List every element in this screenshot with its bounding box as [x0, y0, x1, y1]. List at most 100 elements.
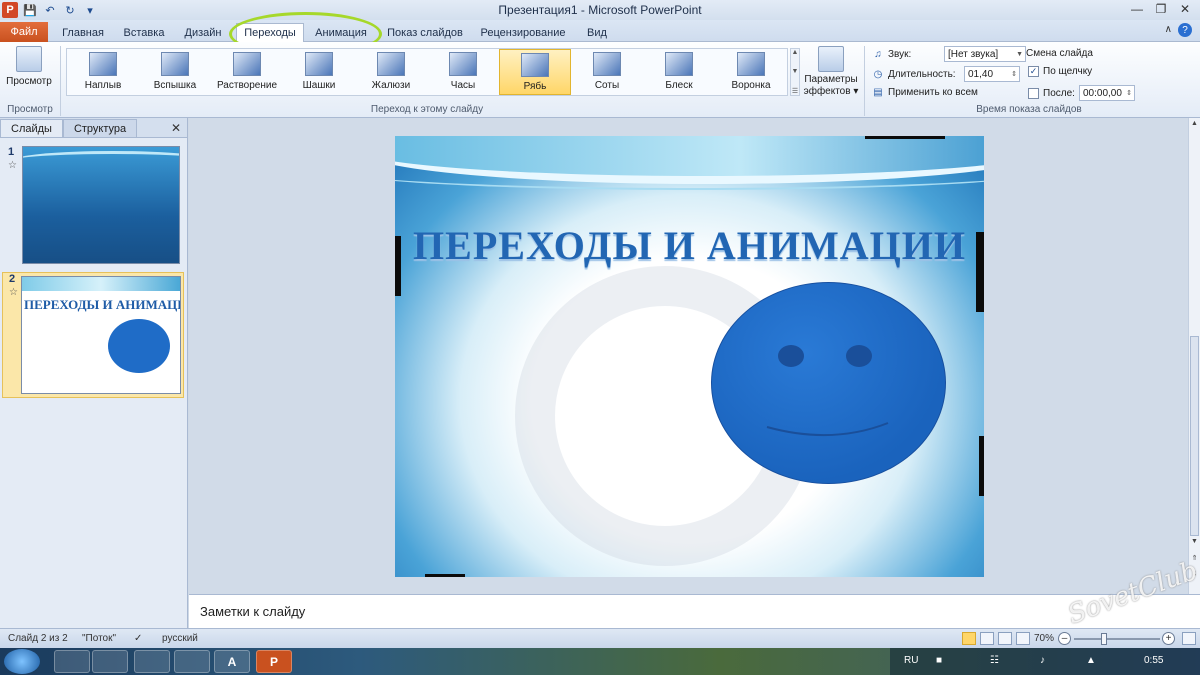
tab-slides[interactable]: Слайды: [0, 119, 63, 137]
after-row: После: 00:00,00 ⇕: [1028, 85, 1135, 101]
slide-thumbnail-2[interactable]: 2 ☆ ПЕРЕХОДЫ И АНИМАЦИИ: [2, 272, 184, 398]
slide-editor: ПЕРЕХОДЫ И АНИМАЦИИ: [189, 118, 1188, 594]
transition-artifact: [979, 436, 984, 496]
tab-design[interactable]: Дизайн: [176, 23, 230, 42]
normal-view-icon[interactable]: [962, 632, 976, 645]
gallery-scroll[interactable]: ▲ ▼ ☰: [790, 48, 800, 96]
zoom-slider-handle[interactable]: [1101, 633, 1107, 645]
sound-row: ♫ Звук: [Нет звука] ▼: [872, 46, 1026, 62]
scroll-down-icon[interactable]: ▼: [792, 68, 799, 75]
firefox-icon[interactable]: [54, 650, 90, 673]
powerpoint-logo-icon[interactable]: P: [2, 2, 18, 18]
customize-qat-icon[interactable]: ▾: [82, 2, 98, 18]
tab-slide-show[interactable]: Показ слайдов: [382, 23, 468, 42]
tab-review[interactable]: Рецензирование: [474, 23, 572, 42]
transition-fade[interactable]: Наплыв: [67, 49, 139, 95]
restore-icon[interactable]: ❐: [1150, 0, 1172, 18]
transition-label: Жалюзи: [371, 80, 411, 91]
tab-insert[interactable]: Вставка: [116, 23, 172, 42]
volume-icon[interactable]: ♪: [1040, 655, 1045, 666]
reading-view-icon[interactable]: [998, 632, 1012, 645]
duration-stepper[interactable]: 01,40 ⇕: [964, 66, 1020, 82]
tray-app-icon[interactable]: ■: [936, 655, 942, 666]
effect-options-line2: эффектов: [803, 86, 851, 97]
checkerboard-icon: [305, 52, 333, 76]
preview-button[interactable]: Просмотр: [4, 46, 54, 96]
save-icon[interactable]: 💾: [22, 2, 38, 18]
sound-icon: ♫: [874, 48, 882, 60]
tab-transitions[interactable]: Переходы: [236, 23, 304, 42]
transition-clock[interactable]: Часы: [427, 49, 499, 95]
undo-icon[interactable]: ↶: [42, 2, 58, 18]
notes-pane[interactable]: Заметки к слайду: [189, 594, 1200, 628]
tab-file[interactable]: Файл: [0, 22, 48, 42]
on-click-label: По щелчку: [1043, 66, 1093, 77]
slide-sorter-icon[interactable]: [980, 632, 994, 645]
smiley-shape[interactable]: [711, 282, 946, 484]
transition-vortex[interactable]: Воронка: [715, 49, 787, 95]
transition-honeycomb[interactable]: Соты: [571, 49, 643, 95]
transition-dissolve[interactable]: Растворение: [211, 49, 283, 95]
after-stepper[interactable]: 00:00,00 ⇕: [1079, 85, 1135, 101]
scroll-up-icon[interactable]: ▲: [792, 49, 799, 56]
language-tray[interactable]: RU: [904, 655, 918, 666]
timing-group-label: Время показа слайдов: [976, 104, 1082, 115]
zoom-out-icon[interactable]: –: [1058, 632, 1071, 645]
next-slide-icon[interactable]: ⇓: [1189, 570, 1200, 578]
transition-label: Рябь: [523, 81, 547, 92]
explorer-icon[interactable]: [92, 650, 128, 673]
vertical-scrollbar[interactable]: ▲ ▼ ⇑ ⇓: [1188, 118, 1200, 594]
scroll-up-icon[interactable]: ▲: [1189, 120, 1200, 127]
slideshow-icon[interactable]: [1016, 632, 1030, 645]
smiley-mouth: [766, 422, 889, 437]
signal-icon[interactable]: ▲: [1086, 655, 1096, 666]
thumbnail-title: ПЕРЕХОДЫ И АНИМАЦИИ: [24, 297, 181, 312]
transition-blinds[interactable]: Жалюзи: [355, 49, 427, 95]
transition-glitter[interactable]: Блеск: [643, 49, 715, 95]
zoom-in-icon[interactable]: +: [1162, 632, 1175, 645]
redo-icon[interactable]: ↻: [62, 2, 78, 18]
slide-thumbnail-1[interactable]: 1 ☆: [2, 146, 184, 268]
ribbon-tabs: Файл Главная Вставка Дизайн Переходы Ани…: [0, 20, 1200, 42]
spellcheck-icon[interactable]: ✓: [134, 633, 142, 644]
zoom-slider[interactable]: [1074, 638, 1160, 640]
fit-to-window-icon[interactable]: [1182, 632, 1196, 645]
duration-value: 01,40: [968, 68, 994, 80]
start-button[interactable]: [4, 649, 40, 674]
clock[interactable]: 0:55: [1144, 655, 1163, 666]
transition-flash[interactable]: Вспышка: [139, 49, 211, 95]
sound-combo[interactable]: [Нет звука] ▼: [944, 46, 1026, 62]
monitor-app-icon[interactable]: [134, 650, 170, 673]
on-click-checkbox[interactable]: ✓ По щелчку: [1028, 66, 1092, 77]
slide-number: 1: [8, 146, 15, 158]
scroll-thumb[interactable]: [1190, 336, 1199, 536]
tab-view[interactable]: Вид: [578, 23, 616, 42]
network-icon[interactable]: ☷: [990, 655, 999, 666]
game-app-icon[interactable]: [174, 650, 210, 673]
slide-title[interactable]: ПЕРЕХОДЫ И АНИМАЦИИ: [395, 222, 984, 269]
powerpoint-task-icon[interactable]: P: [256, 650, 292, 673]
minimize-ribbon-icon[interactable]: ∧: [1165, 24, 1172, 35]
more-icon[interactable]: ☰: [792, 87, 798, 95]
apply-all-button[interactable]: ▤ Применить ко всем: [872, 86, 978, 98]
minimize-icon[interactable]: —: [1126, 0, 1148, 18]
clock-icon: [449, 52, 477, 76]
scroll-down-icon[interactable]: ▼: [1189, 538, 1200, 545]
transition-checkerboard[interactable]: Шашки: [283, 49, 355, 95]
language-indicator[interactable]: русский: [162, 633, 198, 644]
prev-slide-icon[interactable]: ⇑: [1189, 554, 1200, 562]
on-click-check-icon[interactable]: ✓: [1028, 66, 1039, 77]
current-slide[interactable]: ПЕРЕХОДЫ И АНИМАЦИИ: [395, 136, 984, 577]
after-checkbox[interactable]: [1028, 87, 1039, 99]
transition-ripple[interactable]: Рябь: [499, 49, 571, 95]
close-icon[interactable]: ✕: [171, 121, 181, 135]
close-icon[interactable]: ✕: [1174, 0, 1196, 18]
transition-artifact: [425, 574, 465, 577]
font-app-icon[interactable]: A: [214, 650, 250, 673]
tab-outline[interactable]: Структура: [62, 119, 138, 137]
tab-animations[interactable]: Анимация: [306, 23, 376, 42]
zoom-level[interactable]: 70%: [1034, 633, 1054, 644]
help-icon[interactable]: ?: [1178, 23, 1192, 37]
tab-home[interactable]: Главная: [54, 23, 112, 42]
effect-options-button[interactable]: Параметры эффектов ▾: [802, 46, 860, 98]
